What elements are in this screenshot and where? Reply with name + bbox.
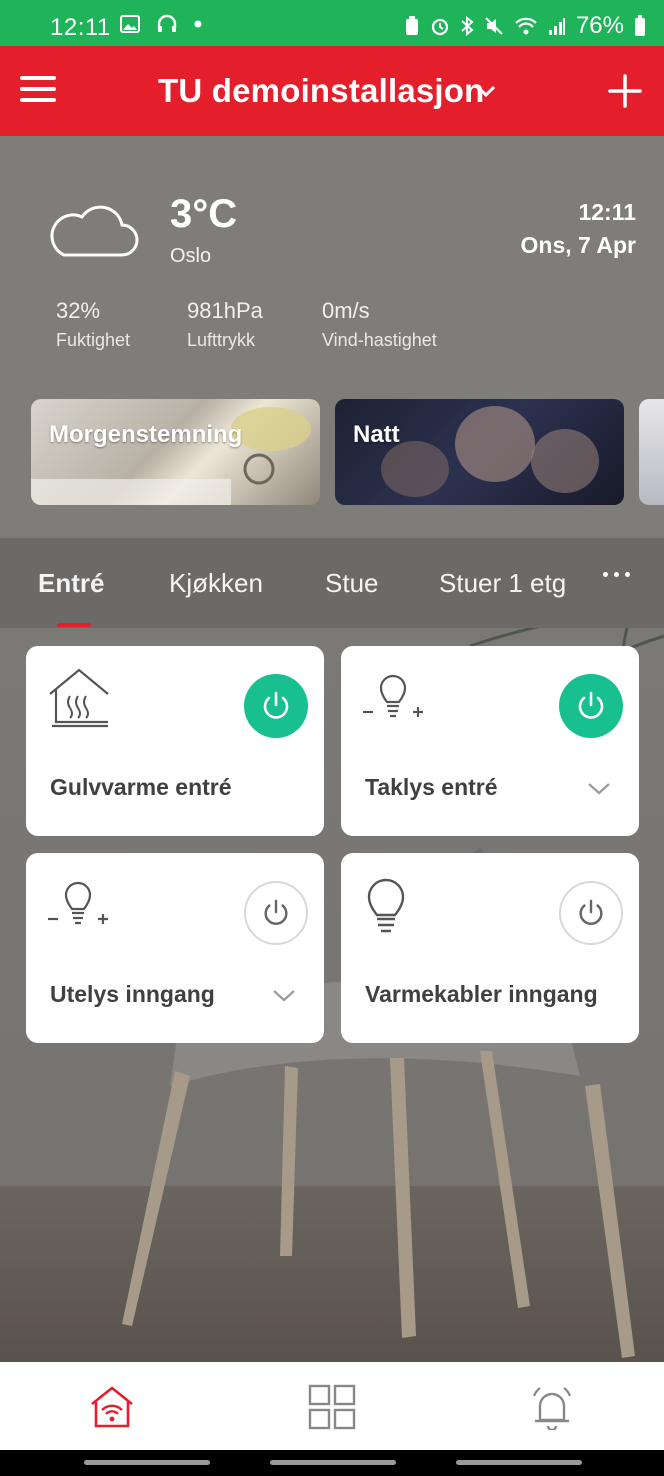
home-wifi-icon[interactable] bbox=[88, 1384, 136, 1430]
device-label: Utelys inngang bbox=[50, 981, 215, 1007]
battery-icon bbox=[635, 15, 645, 36]
device-card-varmekabler[interactable]: Varmekabler inngang bbox=[341, 853, 639, 1043]
wifi-icon bbox=[515, 17, 537, 35]
scene-card-morgenstemning[interactable]: Morgenstemning bbox=[31, 399, 320, 505]
cloud-icon bbox=[50, 205, 139, 257]
humidity-stat: 32% Fuktighet bbox=[56, 298, 131, 350]
alarm-bell-icon[interactable] bbox=[528, 1384, 576, 1430]
tab-stuer-1-etg[interactable]: Stuer 1 etg bbox=[439, 568, 566, 599]
add-button[interactable] bbox=[608, 74, 642, 108]
system-gesture-bar bbox=[0, 1450, 664, 1476]
device-label: Varmekabler inngang bbox=[365, 981, 598, 1007]
scene-label: Morgenstemning bbox=[49, 421, 243, 448]
power-icon bbox=[264, 899, 288, 925]
installation-title[interactable]: TU demoinstallasjon bbox=[158, 72, 485, 110]
battery-percent: 76% bbox=[575, 12, 624, 39]
status-time: 12:11 bbox=[50, 14, 111, 41]
device-label: Taklys entré bbox=[365, 774, 498, 800]
active-tab-indicator bbox=[57, 623, 91, 627]
device-card-utelys[interactable]: Utelys inngang bbox=[26, 853, 324, 1043]
chevron-down-icon[interactable] bbox=[587, 782, 611, 796]
tab-kjokken[interactable]: Kjøkken bbox=[169, 568, 263, 599]
grid-icon[interactable] bbox=[308, 1384, 356, 1430]
scene-label: Natt bbox=[353, 421, 400, 448]
bulb-icon bbox=[367, 878, 405, 933]
power-toggle[interactable] bbox=[244, 674, 308, 738]
more-tabs-button[interactable] bbox=[603, 572, 630, 577]
wind-stat: 0m/s Vind-hastighet bbox=[322, 298, 437, 350]
menu-button[interactable] bbox=[20, 76, 58, 106]
power-icon bbox=[578, 691, 604, 719]
power-toggle[interactable] bbox=[244, 881, 308, 945]
bluetooth-icon bbox=[461, 16, 474, 36]
scene-card-next[interactable] bbox=[639, 399, 664, 505]
weather-time: 12:11 bbox=[578, 199, 636, 225]
alarm-icon bbox=[431, 18, 449, 36]
power-icon bbox=[263, 691, 289, 719]
room-tabs: Entré Kjøkken Stue Stuer 1 etg bbox=[0, 538, 664, 628]
city: Oslo bbox=[170, 245, 212, 267]
dot-icon bbox=[194, 20, 202, 28]
device-card-gulvvarme[interactable]: Gulvvarme entré bbox=[26, 646, 324, 836]
weather-date: Ons, 7 Apr bbox=[520, 232, 636, 258]
device-card-taklys[interactable]: Taklys entré bbox=[341, 646, 639, 836]
chevron-down-icon[interactable] bbox=[476, 84, 496, 98]
tab-entre[interactable]: Entré bbox=[38, 568, 104, 599]
headset-icon bbox=[157, 14, 177, 32]
app-bar: TU demoinstallasjon bbox=[0, 46, 664, 136]
chevron-down-icon[interactable] bbox=[272, 989, 296, 1003]
battery-saver-icon bbox=[405, 16, 418, 35]
tab-stue[interactable]: Stue bbox=[325, 568, 379, 599]
floor-heating-icon bbox=[49, 668, 109, 728]
device-label: Gulvvarme entré bbox=[50, 774, 232, 800]
power-icon bbox=[579, 899, 603, 925]
signal-icon bbox=[548, 18, 565, 35]
status-bar: 12:11 76% bbox=[0, 0, 664, 46]
scene-card-natt[interactable]: Natt bbox=[335, 399, 624, 505]
power-toggle[interactable] bbox=[559, 674, 623, 738]
dimmer-bulb-icon bbox=[363, 674, 423, 718]
bottom-navigation bbox=[0, 1362, 664, 1450]
dimmer-bulb-icon bbox=[48, 881, 108, 925]
mute-icon bbox=[485, 17, 503, 35]
power-toggle[interactable] bbox=[559, 881, 623, 945]
gallery-icon bbox=[120, 15, 140, 33]
pressure-stat: 981hPa Lufttrykk bbox=[187, 298, 263, 350]
temperature: 3°C bbox=[170, 192, 238, 236]
